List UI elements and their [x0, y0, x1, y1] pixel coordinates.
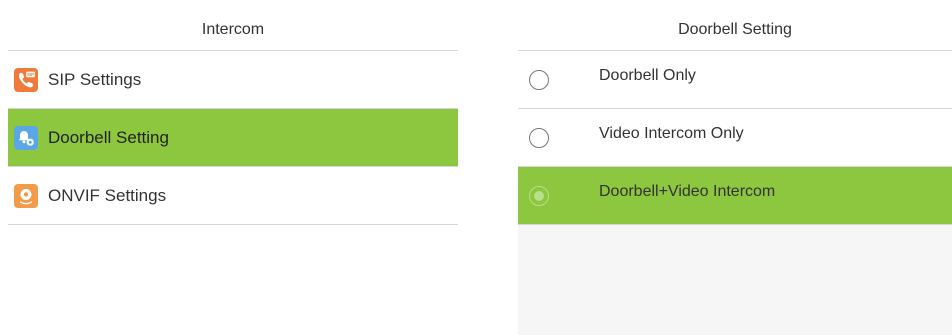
doorbell-setting-title: Doorbell Setting [518, 0, 952, 51]
radio-button-unselected[interactable] [529, 69, 549, 90]
menu-item-label: SIP Settings [48, 69, 142, 89]
intercom-title: Intercom [8, 0, 458, 51]
radio-selected-dot [534, 190, 544, 201]
onvif-icon [14, 183, 38, 208]
option-label: Video Intercom Only [599, 124, 744, 142]
doorbell-gear-icon [14, 125, 38, 150]
option-label: Doorbell Only [599, 66, 696, 84]
doorbell-setting-panel: Doorbell Setting Doorbell Only Video Int… [518, 0, 952, 335]
menu-item-doorbell-setting[interactable]: Doorbell Setting [8, 109, 458, 167]
svg-text:SIP: SIP [27, 72, 34, 77]
menu-item-label: ONVIF Settings [48, 185, 167, 205]
menu-item-onvif-settings[interactable]: ONVIF Settings [8, 167, 458, 225]
option-doorbell-video-intercom[interactable]: Doorbell+Video Intercom [518, 167, 952, 225]
menu-item-sip-settings[interactable]: SIP SIP Settings [8, 51, 458, 109]
sip-phone-icon: SIP [14, 67, 38, 92]
radio-button-selected[interactable] [529, 185, 549, 206]
intercom-panel: Intercom SIP SIP Settings Doorbell Setti… [8, 0, 458, 335]
option-label: Doorbell+Video Intercom [599, 182, 776, 200]
option-video-intercom-only[interactable]: Video Intercom Only [518, 109, 952, 167]
option-doorbell-only[interactable]: Doorbell Only [518, 51, 952, 109]
radio-button-unselected[interactable] [529, 127, 549, 148]
menu-item-label: Doorbell Setting [48, 127, 169, 147]
